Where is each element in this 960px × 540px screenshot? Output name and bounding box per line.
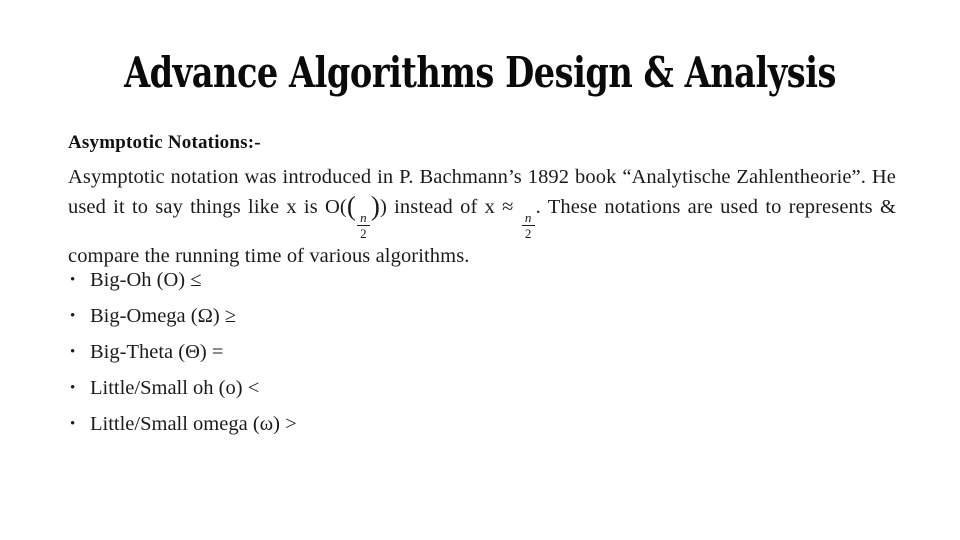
list-item-label: Big-Oh (O) — [90, 269, 186, 291]
bullet-icon: • — [70, 380, 76, 396]
list-item: • Little/Small omega (ω) > — [68, 406, 668, 442]
list-item: • Little/Small oh (o) < — [68, 370, 668, 406]
list-item-label: Little/Small oh (o) — [90, 377, 243, 399]
list-item-label: Little/Small omega (ω) — [90, 413, 280, 435]
fraction-numerator: n — [524, 209, 532, 225]
fraction-denominator: 2 — [524, 226, 532, 242]
fraction-denominator: 2 — [360, 226, 367, 242]
slide-canvas: Advance Algorithms Design & Analysis Asy… — [0, 0, 960, 540]
notation-list: • Big-Oh (O) ≤ • Big-Omega (Ω) ≥ • Big-T… — [68, 262, 668, 442]
fraction-close-paren: ) — [370, 191, 381, 221]
list-item-symbol: > — [285, 413, 297, 435]
list-item: • Big-Omega (Ω) ≥ — [68, 298, 668, 334]
list-item-symbol: ≤ — [190, 269, 202, 291]
fraction-n-over-2-first: n2 — [356, 209, 370, 242]
list-item-label: Big-Theta (Θ) — [90, 341, 207, 363]
list-item-label: Big-Omega (Ω) — [90, 305, 220, 327]
bullet-icon: • — [70, 308, 76, 324]
bullet-icon: • — [70, 416, 76, 432]
fraction-numerator: n — [360, 209, 367, 225]
list-item: • Big-Theta (Θ) = — [68, 334, 668, 370]
list-item: • Big-Oh (O) ≤ — [68, 262, 668, 298]
bullet-icon: • — [70, 344, 76, 360]
bullet-icon: • — [70, 272, 76, 288]
list-item-symbol: = — [211, 341, 224, 363]
fraction-open-paren: ( — [346, 191, 356, 221]
list-item-symbol: < — [247, 377, 260, 399]
fraction-n-over-2-second: n2 — [521, 209, 535, 242]
description-paragraph: Asymptotic notation was introduced in P.… — [68, 162, 896, 271]
page-title: Advance Algorithms Design & Analysis — [124, 48, 836, 97]
body-content: Asymptotic Notations:- Asymptotic notati… — [68, 130, 900, 271]
section-heading: Asymptotic Notations:- — [68, 132, 261, 153]
paragraph-part-2: ) instead of x ≈ — [380, 196, 521, 218]
list-item-symbol: ≥ — [224, 305, 237, 327]
